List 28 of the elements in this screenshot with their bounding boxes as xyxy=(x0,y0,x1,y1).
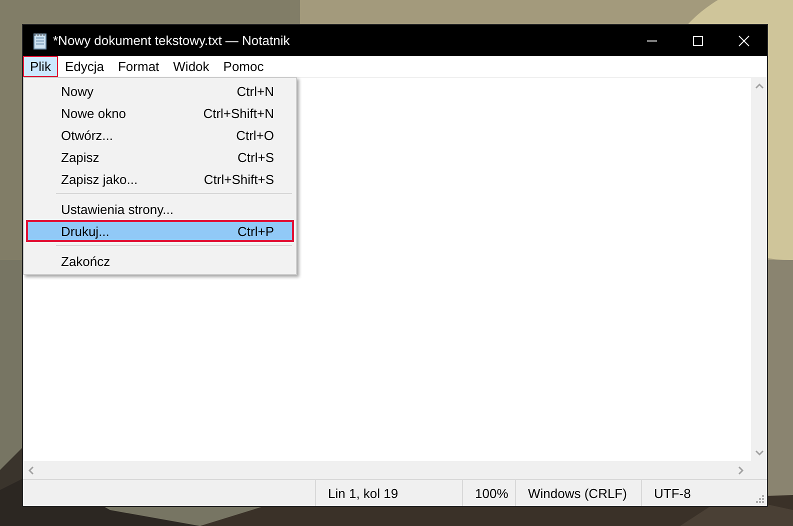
scroll-left-icon[interactable] xyxy=(27,466,36,474)
menu-item[interactable]: Zapisz jako... Ctrl+Shift+S xyxy=(26,168,294,190)
window-title: *Nowy dokument tekstowy.txt — Notatnik xyxy=(53,33,291,48)
maximize-icon[interactable] xyxy=(692,34,704,46)
menu-item[interactable]: Drukuj... Ctrl+P xyxy=(26,220,294,242)
menu-item[interactable]: Otwórz... Ctrl+O xyxy=(26,124,294,146)
menu-item[interactable]: Zapisz Ctrl+S xyxy=(26,146,294,168)
status-field: 100% xyxy=(462,480,515,506)
status-field: UTF-8 xyxy=(641,480,751,506)
menu-item[interactable]: Ustawienia strony... xyxy=(26,198,294,220)
status-field: Windows (CRLF) xyxy=(515,480,641,506)
menu-bar-item[interactable]: Pomoc xyxy=(216,56,271,77)
scroll-up-icon[interactable] xyxy=(754,82,764,91)
menu-item[interactable]: Zakończ xyxy=(26,250,294,272)
scroll-down-icon[interactable] xyxy=(754,448,764,457)
close-icon[interactable] xyxy=(738,34,750,46)
menu-bar-item[interactable]: Format xyxy=(110,56,166,77)
menu-bar-item[interactable]: Widok xyxy=(166,56,216,77)
scroll-right-icon[interactable] xyxy=(736,466,745,474)
menu-item[interactable]: Nowy Ctrl+N xyxy=(26,80,294,102)
status-field: Lin 1, kol 19 xyxy=(315,480,462,506)
resize-grip-icon[interactable] xyxy=(753,492,765,504)
menu-bar-item[interactable]: Edycja xyxy=(58,56,111,77)
notepad-icon xyxy=(33,32,47,50)
menu-item[interactable]: Nowe okno Ctrl+Shift+N xyxy=(26,102,294,124)
menu-bar-item[interactable]: Plik xyxy=(23,56,58,77)
horizontal-scrollbar[interactable] xyxy=(23,461,767,479)
vertical-scrollbar[interactable] xyxy=(751,78,767,461)
